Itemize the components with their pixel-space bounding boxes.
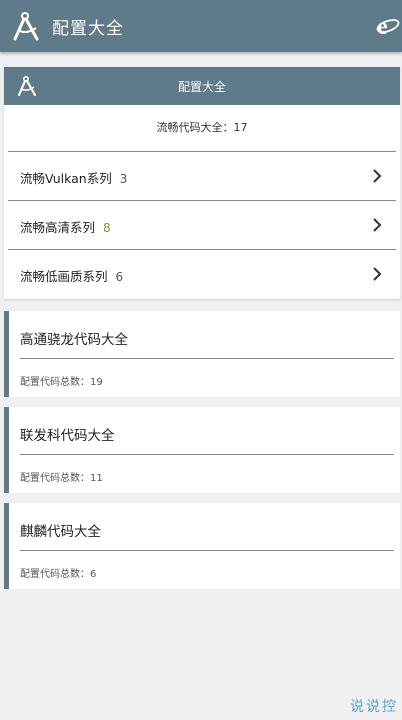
app-title: 配置大全 xyxy=(52,19,124,39)
list-item-count: 6 xyxy=(115,270,124,284)
vendor-total-label: 配置代码总数： xyxy=(20,569,90,580)
list-item-hd[interactable]: 流畅高清系列 8 xyxy=(8,201,396,250)
summary-line: 流畅代码大全：17 xyxy=(8,105,396,152)
vendor-name: 联发科代码大全 xyxy=(20,428,115,444)
vendor-name: 麒麟代码大全 xyxy=(20,524,101,540)
summary-count: 17 xyxy=(233,121,248,134)
config-card: 配置大全 流畅代码大全：17 流畅Vulkan系列 3 流畅高清系列 8 流畅低画质… xyxy=(4,67,400,299)
accent-bar xyxy=(4,407,9,493)
vendor-card-kirin[interactable]: 麒麟代码大全 配置代码总数：6 xyxy=(4,503,400,589)
divider xyxy=(20,358,394,359)
chevron-right-icon xyxy=(373,267,382,281)
vendor-total-count: 11 xyxy=(90,473,103,484)
chevron-right-icon xyxy=(373,218,382,232)
list-item-low-quality[interactable]: 流畅低画质系列 6 xyxy=(8,250,396,298)
vendor-total: 配置代码总数：6 xyxy=(20,565,96,580)
vendor-name: 高通骁龙代码大全 xyxy=(20,332,128,348)
divider xyxy=(20,550,394,551)
vendor-total-count: 19 xyxy=(90,377,103,388)
list-item-label: 流畅低画质系列 xyxy=(20,269,108,284)
compass-logo-icon xyxy=(13,12,39,41)
vendor-total: 配置代码总数：11 xyxy=(20,469,103,484)
accent-bar xyxy=(4,503,9,589)
card-header: 配置大全 xyxy=(4,67,400,105)
card-header-title: 配置大全 xyxy=(177,80,226,94)
vendor-card-mediatek[interactable]: 联发科代码大全 配置代码总数：11 xyxy=(4,407,400,493)
list-item-vulkan[interactable]: 流畅Vulkan系列 3 xyxy=(8,152,396,201)
accent-bar xyxy=(4,311,9,397)
list-item-label: 流畅Vulkan系列 xyxy=(20,171,112,186)
divider xyxy=(20,454,394,455)
vendor-total-label: 配置代码总数： xyxy=(20,473,90,484)
list-item-count: 3 xyxy=(119,172,128,186)
vendor-total-count: 6 xyxy=(90,569,97,580)
vendor-total-label: 配置代码总数： xyxy=(20,377,90,388)
list-item-label: 流畅高清系列 xyxy=(20,220,96,235)
watermark: 说说控 xyxy=(350,699,398,715)
browser-e-icon[interactable]: e xyxy=(376,13,400,39)
list-item-count: 8 xyxy=(103,221,111,235)
vendor-card-snapdragon[interactable]: 高通骁龙代码大全 配置代码总数：19 xyxy=(4,311,400,397)
summary-label: 流畅代码大全： xyxy=(156,121,234,134)
vendor-total: 配置代码总数：19 xyxy=(20,373,103,388)
app-bar: 配置大全 e xyxy=(0,0,402,52)
chevron-right-icon xyxy=(373,169,382,183)
